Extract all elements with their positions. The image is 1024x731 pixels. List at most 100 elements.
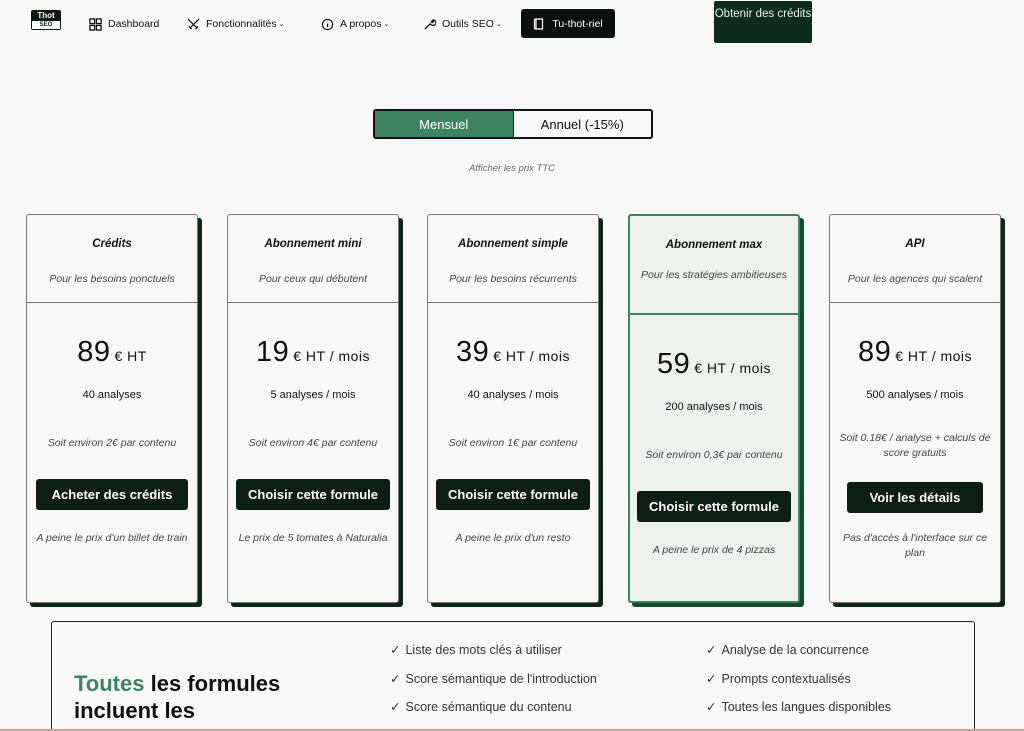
- feature-item: ✓ Score sémantique de l'introduction: [390, 671, 597, 686]
- plan-quantity: 40 analyses: [82, 389, 142, 401]
- plan-card-header: Crédits Pour les besoins ponctuels: [27, 215, 197, 303]
- nav-apropos[interactable]: A propos ⌄: [321, 16, 389, 32]
- plan-cta-button[interactable]: Choisir cette formule: [435, 479, 591, 510]
- plan-price-unit: € HT / mois: [493, 348, 571, 364]
- feature-label: Score sémantique de l'introduction: [405, 672, 597, 686]
- nav-dashboard-label: Dashboard: [108, 18, 160, 30]
- nav-apropos-label: A propos: [340, 18, 382, 30]
- plan-card-api: API Pour les agences qui scalent 89 € HT …: [829, 214, 1001, 603]
- plan-per-content: Soit environ 2€ par contenu: [47, 437, 177, 449]
- nav-outils-seo-label: Outils SEO: [442, 18, 494, 30]
- plan-price-amount: 89: [857, 336, 892, 368]
- feature-item: ✓ Toutes les langues disponibles: [706, 699, 891, 714]
- nav-fonctionnalites-label: Fonctionnalités: [206, 18, 277, 30]
- check-icon: ✓: [390, 700, 401, 714]
- feature-label: Liste des mots clés à utiliser: [405, 643, 562, 657]
- plan-price: 89 € HT / mois: [830, 336, 1000, 369]
- plan-cta-button[interactable]: Acheter des crédits: [36, 479, 188, 510]
- plan-subtitle: Pour les agences qui scalent: [847, 273, 983, 285]
- plan-price-unit: € HT / mois: [694, 360, 772, 376]
- plan-subtitle: Pour ceux qui débutent: [259, 273, 367, 285]
- plan-price-unit: € HT: [114, 348, 147, 364]
- feature-item: ✓ Score sémantique du contenu: [390, 699, 572, 714]
- plan-note: A peine le prix d'un billet de train: [36, 532, 188, 544]
- plan-card-header: Abonnement mini Pour ceux qui débutent: [228, 215, 398, 303]
- feature-label: Prompts contextualisés: [721, 672, 851, 686]
- plan-cta-button[interactable]: Voir les détails: [847, 482, 983, 513]
- tutoriel-label: Tu-thot-riel: [552, 17, 603, 30]
- plan-card-mini: Abonnement mini Pour ceux qui débutent 1…: [227, 214, 399, 603]
- nav-dashboard[interactable]: Dashboard: [89, 16, 159, 32]
- plan-price: 59 € HT / mois: [630, 348, 798, 381]
- plan-card-body: 89 € HT / mois 500 analyses / mois Soit 0…: [830, 303, 1000, 561]
- show-ttc-prices-link[interactable]: Afficher les prix TTC: [0, 163, 1024, 174]
- check-icon: ✓: [706, 700, 717, 714]
- thot-seo-logo[interactable]: Thot SEO: [31, 10, 61, 30]
- plan-title: Abonnement simple: [458, 238, 568, 250]
- feature-label: Toutes les langues disponibles: [721, 700, 892, 714]
- logo-text: Thot: [37, 11, 55, 20]
- plan-subtitle: Pour les besoins récurrents: [449, 273, 577, 285]
- plan-card-body: 19 € HT / mois 5 analyses / mois Soit env…: [228, 303, 398, 546]
- plan-card-max: Abonnement max Pour les stratégies ambit…: [628, 214, 800, 603]
- plan-price: 19 € HT / mois: [228, 336, 398, 369]
- nav-outils-seo[interactable]: Outils SEO ⌄: [423, 16, 502, 32]
- plan-title: API: [905, 238, 925, 250]
- plan-price: 89 € HT: [27, 336, 197, 369]
- plan-cta-button[interactable]: Choisir cette formule: [235, 479, 391, 510]
- logo-subtext: SEO: [32, 21, 60, 29]
- check-icon: ✓: [390, 672, 401, 686]
- feature-item: ✓ Analyse de la concurrence: [706, 642, 869, 657]
- plan-card-body: 39 € HT / mois 40 analyses / mois Soit en…: [428, 303, 598, 546]
- plan-card-credits: Crédits Pour les besoins ponctuels 89 € H…: [26, 214, 198, 603]
- plan-quantity: 5 analyses / mois: [270, 389, 356, 401]
- chevron-down-icon: ⌄: [383, 21, 390, 28]
- plan-title: Crédits: [92, 238, 132, 250]
- plan-note: Pas d'accès à l'interface sur ce plan: [842, 532, 988, 559]
- plan-note: A peine le prix de 4 pizzas: [652, 544, 776, 556]
- plan-quantity: 200 analyses / mois: [665, 401, 763, 413]
- billing-monthly-option[interactable]: Mensuel: [375, 111, 514, 137]
- plan-card-simple: Abonnement simple Pour les besoins récur…: [427, 214, 599, 603]
- plan-per-content: Soit environ 1€ par contenu: [448, 437, 578, 449]
- plan-subtitle: Pour les besoins ponctuels: [49, 273, 175, 285]
- plan-price-amount: 19: [255, 336, 290, 368]
- plan-price-unit: € HT / mois: [895, 348, 973, 364]
- plan-card-header: API Pour les agences qui scalent: [830, 215, 1000, 303]
- feature-label: Analyse de la concurrence: [721, 643, 869, 657]
- plan-note: Le prix de 5 tomates à Naturalia: [238, 532, 388, 544]
- wrench-icon: [424, 18, 436, 30]
- plan-quantity: 40 analyses / mois: [467, 389, 559, 401]
- plan-quantity: 500 analyses / mois: [866, 389, 964, 401]
- plan-card-header: Abonnement simple Pour les besoins récur…: [428, 215, 598, 303]
- billing-yearly-option[interactable]: Annuel (-15%): [514, 111, 652, 137]
- tutoriel-button[interactable]: Tu-thot-riel: [521, 9, 615, 38]
- check-icon: ✓: [706, 643, 717, 657]
- feature-item: ✓ Liste des mots clés à utiliser: [390, 642, 562, 657]
- plan-title: Abonnement mini: [264, 238, 362, 250]
- billing-period-toggle: Mensuel Annuel (-15%): [373, 109, 653, 139]
- check-icon: ✓: [390, 643, 401, 657]
- plan-card-header: Abonnement max Pour les stratégies ambit…: [630, 216, 798, 315]
- included-features-title: Toutes les formules incluent les: [74, 670, 364, 724]
- obtenir-credits-button[interactable]: Obtenir des crédits: [714, 1, 812, 43]
- crossed-swords-icon: [187, 18, 200, 30]
- check-icon: ✓: [706, 672, 717, 686]
- nav-fonctionnalites[interactable]: Fonctionnalités ⌄: [187, 16, 285, 32]
- plan-price: 39 € HT / mois: [428, 336, 598, 369]
- plan-card-body: 89 € HT 40 analyses Soit environ 2€ par c…: [27, 303, 197, 546]
- top-navbar: Thot SEO Dashboard Fonctionnalités ⌄ A p…: [0, 0, 1024, 48]
- info-icon: [321, 18, 334, 30]
- chevron-down-icon: ⌄: [278, 21, 285, 28]
- plan-price-amount: 39: [455, 336, 490, 368]
- plan-per-content: Soit 0.18€ / analyse + calculs de score …: [839, 432, 991, 459]
- feature-item: ✓ Prompts contextualisés: [706, 671, 851, 686]
- plan-subtitle: Pour les stratégies ambitieuses: [641, 269, 787, 281]
- plan-price-amount: 59: [656, 348, 691, 380]
- plan-card-body: 59 € HT / mois 200 analyses / mois Soit e…: [630, 315, 798, 558]
- plan-title: Abonnement max: [665, 239, 763, 251]
- plan-cta-button[interactable]: Choisir cette formule: [636, 491, 792, 522]
- included-features-panel: Toutes les formules incluent les ✓ Liste …: [51, 621, 975, 731]
- plan-price-amount: 89: [77, 336, 111, 368]
- chevron-down-icon: ⌄: [495, 21, 502, 28]
